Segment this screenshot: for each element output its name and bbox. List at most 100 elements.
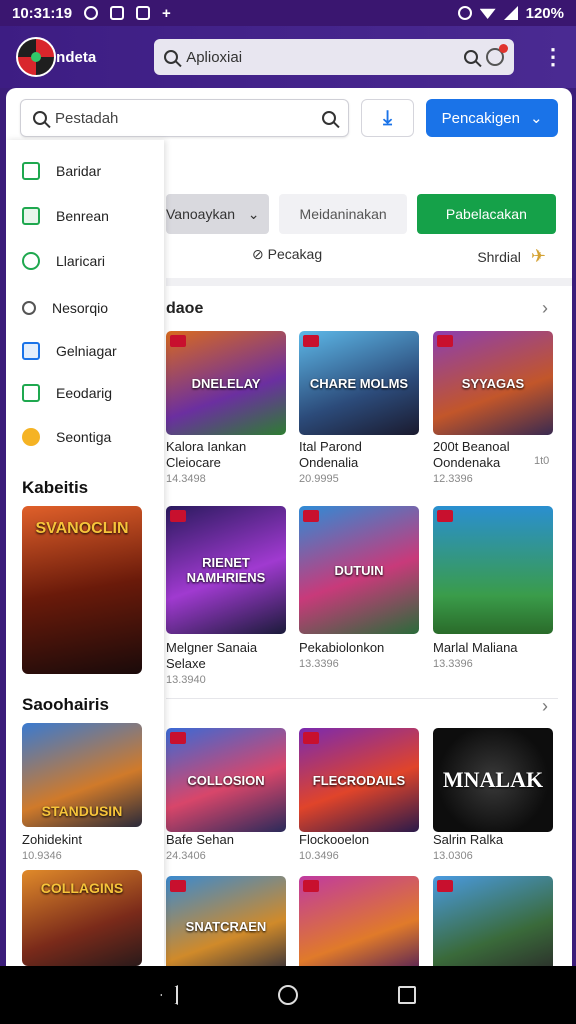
game-caption-sub: 12.3396 <box>433 473 473 485</box>
message-icon <box>110 6 125 20</box>
game-caption-line: Kalora Iankan <box>166 439 247 454</box>
main-panel: Pestadah ⤓ Pencakigen ⌄ Vanoaykan ⌄ Meid… <box>6 88 572 966</box>
game-card[interactable]: DNELELAY <box>166 331 286 435</box>
game-caption-line: Bafe Sehan <box>166 832 234 847</box>
featured-game-card[interactable]: SVANOCLIN <box>22 506 142 674</box>
search-icon <box>22 301 36 315</box>
game-card[interactable]: FLECRODAILS <box>299 728 419 832</box>
game-card-title: DNELELAY <box>191 375 261 391</box>
game-card-title: DUTUIN <box>334 562 384 578</box>
download-button[interactable]: ⤓ <box>361 99 415 137</box>
apply-button[interactable]: Pabelacakan <box>416 194 556 234</box>
chevron-right-icon[interactable]: › <box>542 696 548 717</box>
home-icon[interactable] <box>278 985 298 1005</box>
filter-select[interactable]: Vanoaykan ⌄ <box>166 194 270 234</box>
game-caption-line: Ital Parond <box>299 439 362 454</box>
badge-icon <box>303 335 319 347</box>
game-card[interactable] <box>433 876 553 966</box>
featured-game-caption-sub: 10.9346 <box>22 850 62 862</box>
search-icon <box>33 111 47 125</box>
game-caption-line: Melgner Sanaia <box>166 640 258 655</box>
game-caption-sub: 24.3406 <box>166 850 206 862</box>
tag-left[interactable]: ⊘ Pecakag <box>252 246 322 267</box>
game-card-title: FLECRODAILS <box>312 772 406 788</box>
search-submit-icon[interactable] <box>322 111 337 125</box>
game-card[interactable]: CHARE MOLMS <box>299 331 419 435</box>
game-card[interactable]: SNATCRAEN <box>166 876 286 966</box>
game-card-title: RIENET NAMHRIENS <box>186 555 266 585</box>
game-caption-line: 200t Beanoal <box>433 439 510 454</box>
section-title: daoe <box>166 300 204 317</box>
overflow-menu-icon[interactable]: ⋮ <box>542 46 564 68</box>
game-caption-line: Ondenalia <box>299 455 359 470</box>
primary-button-label: Pencakigen <box>441 109 520 127</box>
sidebar-section-title: Saoohairis <box>22 695 109 714</box>
game-caption-line: Flockooelon <box>299 832 370 847</box>
game-caption: Melgner Sanaia Selaxe 13.3940 <box>166 640 290 688</box>
sidebar-item[interactable]: Seontiga <box>22 422 111 452</box>
wifi-icon <box>479 8 496 19</box>
camera-icon <box>136 6 151 20</box>
sync-icon <box>84 6 99 20</box>
chevron-right-icon[interactable]: › <box>542 298 548 319</box>
game-caption: Flockooelon 10.3496 <box>299 832 423 864</box>
primary-dropdown-button[interactable]: Pencakigen ⌄ <box>426 99 558 137</box>
sidebar-item-label: Benrean <box>56 208 109 224</box>
notification-icon[interactable] <box>486 44 509 66</box>
game-card[interactable]: DUTUIN <box>299 506 419 634</box>
document-icon <box>22 384 40 402</box>
featured-game-card[interactable]: STANDUSIN <box>22 723 142 827</box>
signal-icon <box>503 6 518 20</box>
badge-icon <box>437 880 453 892</box>
sidebar-section-title: Kabeitis <box>22 478 89 497</box>
badge-icon <box>170 880 186 892</box>
game-card[interactable]: RIENET NAMHRIENS <box>166 506 286 634</box>
search-submit-icon[interactable] <box>464 50 479 64</box>
sidebar-item[interactable]: Eeodarig <box>22 378 112 408</box>
game-card-title: MNALAK <box>442 767 544 792</box>
back-icon[interactable] <box>160 985 178 1005</box>
featured-game-card[interactable]: COLLAGINS <box>22 870 142 966</box>
sidebar-item[interactable]: Baridar <box>22 156 101 186</box>
game-card-title: COLLOSION <box>187 772 265 788</box>
badge-icon <box>170 510 186 522</box>
game-caption-sub: 10.3496 <box>299 850 339 862</box>
game-caption-sub: 20.9995 <box>299 473 339 485</box>
filter-row: Vanoaykan ⌄ Meidaninakan Pabelacakan <box>166 194 556 234</box>
sidebar-item[interactable]: Llaricari <box>22 246 105 276</box>
alarm-icon <box>457 6 472 20</box>
sidebar-item[interactable]: Gelniagar <box>22 336 117 366</box>
game-card[interactable] <box>433 506 553 634</box>
recents-icon[interactable] <box>398 986 416 1004</box>
tag-right[interactable]: Shrdial ✈ <box>477 246 546 267</box>
brand-name: Indeta <box>52 48 97 66</box>
system-nav-bar <box>0 966 576 1024</box>
search-circle-icon <box>22 252 40 270</box>
sidebar-item-label: Baridar <box>56 163 102 179</box>
sidebar-item[interactable]: Nesorqio <box>22 293 108 323</box>
battery-level: 120% <box>525 4 564 22</box>
game-card[interactable]: SYYAGAS <box>433 331 553 435</box>
badge-icon <box>303 732 319 744</box>
filter-input[interactable]: Meidaninakan <box>279 194 407 234</box>
badge-icon <box>437 510 453 522</box>
game-caption-line: Selaxe <box>166 656 206 671</box>
plus-icon: + <box>162 4 171 22</box>
game-card[interactable] <box>299 876 419 966</box>
plane-icon: ✈ <box>530 246 546 266</box>
calendar-icon <box>22 162 40 180</box>
badge-icon <box>170 732 186 744</box>
game-caption: Pekabiolonkon 13.3396 <box>299 640 423 672</box>
app-logo-icon[interactable] <box>16 37 56 77</box>
game-caption-sub: 13.3396 <box>299 658 339 670</box>
sidebar-item-label: Seontiga <box>56 429 112 445</box>
panel-search-input[interactable]: Pestadah <box>20 99 350 137</box>
clock: 10:31:19 <box>12 4 73 22</box>
game-card[interactable]: COLLOSION <box>166 728 286 832</box>
download-icon: ⤓ <box>383 106 393 129</box>
game-card[interactable]: MNALAK <box>433 728 553 832</box>
game-caption-line: Marlal Maliana <box>433 640 518 655</box>
sidebar-item[interactable]: Benrean <box>22 201 109 231</box>
app-search-bar[interactable]: Aplioxiai <box>154 39 515 75</box>
game-caption: Ital Parond Ondenalia 20.9995 <box>299 439 423 487</box>
